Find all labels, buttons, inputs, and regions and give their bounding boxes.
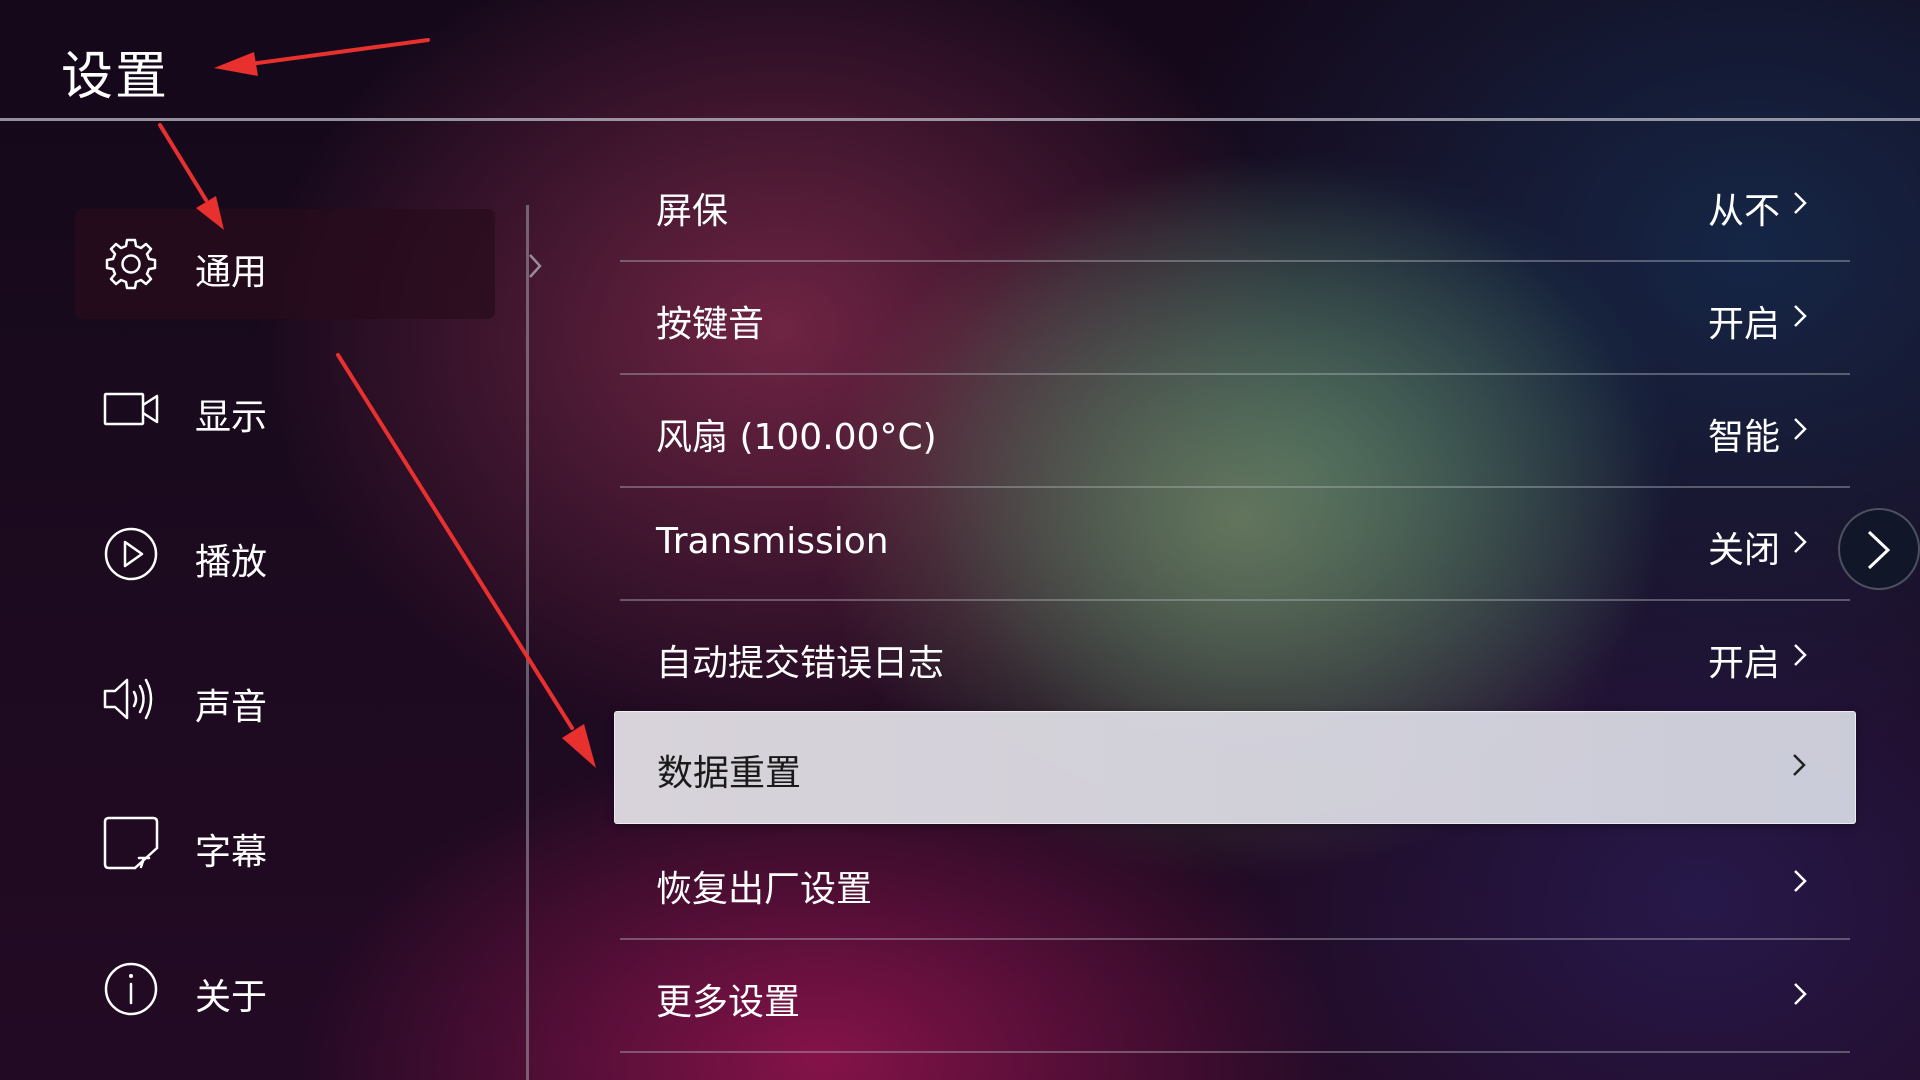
setting-row-fan[interactable]: 风扇 (100.00°C) 智能: [620, 376, 1850, 488]
speaker-icon: [103, 678, 153, 720]
display-icon: [103, 392, 159, 426]
setting-row-screensaver[interactable]: 屏保 从不: [620, 150, 1850, 262]
setting-label: 更多设置: [656, 982, 801, 1023]
settings-screen: 设置 通用 显示 播放 声音 字幕 关于 屏保 从不 按键音 开启 风扇 (10…: [0, 0, 1920, 1080]
subtitle-icon: [103, 816, 159, 870]
setting-label: 风扇 (100.00°C): [656, 417, 937, 458]
chevron-right-icon: [1794, 192, 1807, 214]
chevron-right-icon: [1794, 418, 1807, 440]
scroll-next-button[interactable]: [1838, 508, 1920, 590]
chevron-right-icon: [1793, 754, 1806, 776]
chevron-right-icon: [1794, 305, 1807, 327]
gear-icon: [105, 238, 157, 290]
chevron-right-icon: [1867, 530, 1891, 570]
chevron-right-icon: [1794, 870, 1807, 892]
setting-label: 恢复出厂设置: [656, 869, 873, 910]
setting-value: 关闭: [1707, 530, 1780, 571]
setting-label: 自动提交错误日志: [656, 643, 945, 684]
setting-value: 开启: [1707, 643, 1780, 684]
setting-label: 按键音: [656, 304, 765, 345]
sidebar-item-label: 字幕: [195, 832, 268, 873]
setting-value: 开启: [1707, 304, 1780, 345]
play-icon: [104, 527, 158, 581]
chevron-right-icon: [1794, 983, 1807, 1005]
setting-value: 智能: [1707, 417, 1780, 458]
setting-row-more-settings[interactable]: 更多设置: [620, 941, 1850, 1053]
sidebar-item-label: 显示: [195, 397, 268, 438]
sidebar-item-about[interactable]: 关于: [75, 934, 495, 1044]
sidebar-item-label: 播放: [195, 542, 268, 583]
sidebar-divider: [526, 205, 529, 1080]
sidebar-item-label: 声音: [195, 687, 268, 728]
sidebar-item-subtitles[interactable]: 字幕: [75, 789, 495, 899]
sidebar-item-general[interactable]: 通用: [75, 209, 495, 319]
page-title: 设置: [61, 47, 170, 107]
sidebar-item-playback[interactable]: 播放: [75, 499, 495, 609]
chevron-right-icon: [1794, 644, 1807, 666]
sidebar-pointer-icon: [529, 254, 542, 278]
setting-label: 屏保: [656, 191, 729, 232]
sidebar-item-display[interactable]: 显示: [75, 354, 495, 464]
setting-row-data-reset[interactable]: 数据重置: [614, 711, 1856, 824]
setting-row-transmission[interactable]: Transmission 关闭: [620, 489, 1850, 601]
sidebar-item-sound[interactable]: 声音: [75, 644, 495, 754]
setting-row-auto-error-log[interactable]: 自动提交错误日志 开启: [620, 602, 1850, 714]
chevron-right-icon: [1794, 531, 1807, 553]
header-bar: 设置: [0, 0, 1920, 121]
sidebar-item-label: 通用: [195, 252, 268, 293]
setting-label: Transmission: [656, 521, 889, 562]
setting-row-factory-reset[interactable]: 恢复出厂设置: [620, 828, 1850, 940]
info-icon: [104, 962, 158, 1016]
sidebar-item-label: 关于: [195, 977, 268, 1018]
setting-label: 数据重置: [657, 753, 802, 794]
setting-value: 从不: [1707, 191, 1780, 232]
setting-row-key-sound[interactable]: 按键音 开启: [620, 263, 1850, 375]
